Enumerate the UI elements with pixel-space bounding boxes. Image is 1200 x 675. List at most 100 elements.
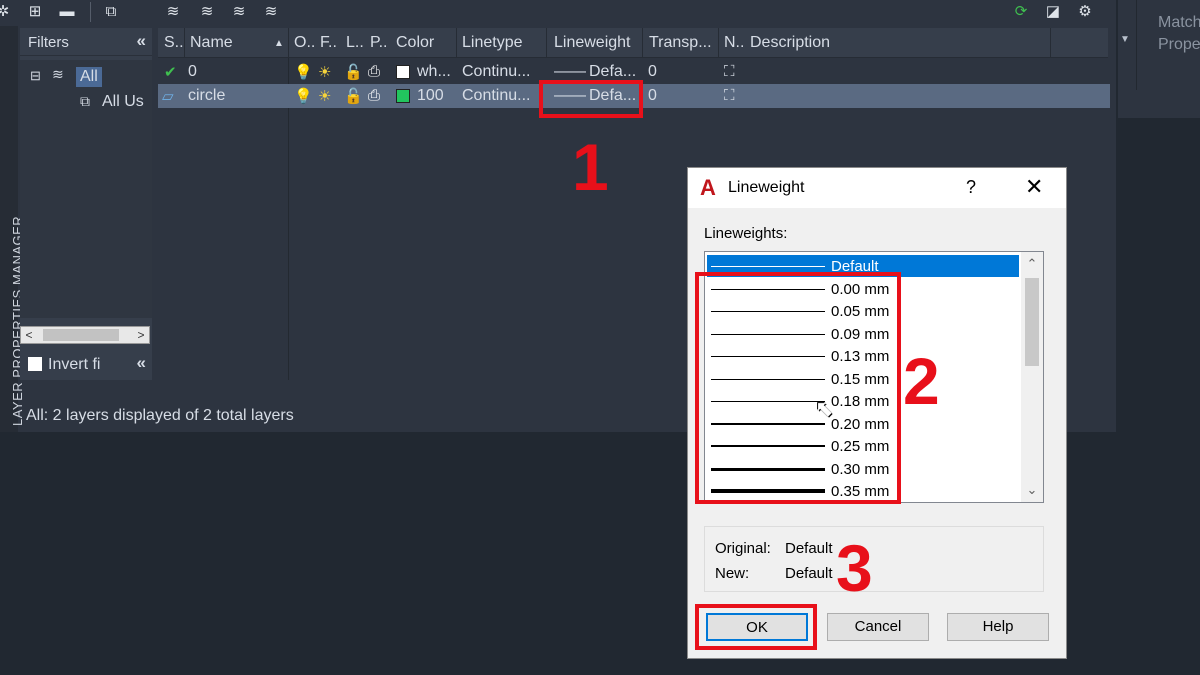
sun-icon[interactable]: ☀: [318, 87, 331, 105]
tree-collapse-icon[interactable]: ⊟: [30, 68, 41, 84]
col-linetype[interactable]: Linetype: [462, 34, 523, 52]
column-divider: [456, 28, 457, 58]
toolbar-divider: [90, 2, 91, 22]
column-divider: [1050, 28, 1051, 58]
col-new-vp-freeze[interactable]: N..: [724, 34, 744, 52]
match-properties-panel: ▼ Match Propert: [1118, 0, 1200, 118]
annotation-box-2: [695, 272, 901, 504]
scroll-left-icon[interactable]: <: [21, 327, 37, 343]
dialog-title-bar: A Lineweight ? ✕: [688, 168, 1066, 208]
close-icon[interactable]: ✕: [1025, 174, 1043, 200]
col-freeze[interactable]: F..: [320, 34, 337, 52]
annotation-box-1: [539, 80, 643, 118]
col-description[interactable]: Description: [750, 34, 830, 52]
match-properties-button[interactable]: Match Propert: [1158, 12, 1200, 56]
new-value: Default: [785, 565, 833, 582]
invert-filter-checkbox[interactable]: Invert fi: [28, 356, 100, 374]
check-icon[interactable]: ✔: [164, 63, 177, 81]
scroll-right-icon[interactable]: >: [133, 327, 149, 343]
column-divider: [184, 28, 185, 58]
sun-icon[interactable]: ☀: [318, 63, 331, 81]
layer-transparency[interactable]: 0: [648, 63, 657, 81]
help-button[interactable]: Help: [947, 613, 1049, 641]
filter-all-used[interactable]: All Us: [102, 93, 144, 111]
collapse-icon[interactable]: «: [137, 31, 146, 51]
sort-up-icon: ▲: [274, 38, 284, 49]
layer-grid-header: S.. Name ▲ O.. F.. L.. P.. Color Linetyp…: [158, 28, 1108, 58]
col-color[interactable]: Color: [396, 34, 434, 52]
gear-icon[interactable]: ⚙: [1074, 2, 1096, 22]
scroll-thumb[interactable]: [1025, 278, 1039, 366]
collapse-filters-icon[interactable]: «: [137, 353, 146, 373]
printer-icon[interactable]: ⎙: [368, 63, 380, 80]
new-layer-vp-frozen-icon[interactable]: ≋: [196, 2, 218, 22]
autocad-logo-icon: A: [700, 175, 716, 200]
delete-layer-icon[interactable]: ≋: [228, 2, 250, 22]
col-on[interactable]: O..: [294, 34, 315, 52]
original-value: Default: [785, 540, 833, 557]
col-name[interactable]: Name: [190, 34, 233, 52]
scroll-thumb[interactable]: [43, 329, 119, 341]
layer-states-manager-icon[interactable]: ⧉: [100, 2, 122, 22]
vp-freeze-icon[interactable]: ⛶: [724, 63, 735, 80]
unlock-icon[interactable]: 🔓: [344, 87, 363, 105]
original-label: Original:: [715, 540, 771, 557]
filters-pane: Filters « ⊟ ≋ All ⧉ All Us < > Invert fi…: [20, 28, 152, 380]
filter-all-used-icon: ⧉: [80, 93, 90, 109]
new-property-filter-icon[interactable]: ⊞: [24, 2, 46, 22]
annotation-box-3: [695, 604, 817, 650]
scroll-down-icon[interactable]: ⌄: [1021, 480, 1043, 500]
list-scrollbar[interactable]: ⌃ ⌄: [1021, 252, 1043, 502]
column-divider: [642, 28, 643, 58]
filter-all-icon: ≋: [52, 66, 64, 82]
col-plot[interactable]: P..: [370, 34, 388, 52]
annotation-number-2: 2: [903, 344, 940, 418]
checkbox-icon[interactable]: [28, 357, 42, 371]
column-divider: [546, 28, 547, 58]
dialog-title: Lineweight: [728, 179, 805, 196]
properties-label: Propert: [1158, 36, 1200, 53]
new-label: New:: [715, 565, 750, 582]
set-current-icon[interactable]: ≋: [260, 2, 282, 22]
settings-small-icon[interactable]: ✲: [0, 2, 14, 22]
filter-horizontal-scrollbar[interactable]: < >: [20, 326, 150, 344]
layer-lineweight[interactable]: Defa...: [589, 63, 636, 81]
lineweight-info: Original: Default New: Default: [704, 526, 1044, 592]
layer-color[interactable]: 100: [417, 87, 444, 105]
bulb-icon[interactable]: 💡: [294, 63, 313, 81]
status-text: All: 2 layers displayed of 2 total layer…: [26, 407, 294, 424]
layer-color[interactable]: wh...: [417, 63, 451, 81]
layer-icon[interactable]: ▱: [162, 87, 174, 105]
layer-transparency[interactable]: 0: [648, 87, 657, 105]
palette-side-title[interactable]: LAYER PROPERTIES MANAGER: [0, 26, 25, 432]
refresh-icon[interactable]: ⟳: [1010, 2, 1032, 22]
scroll-up-icon[interactable]: ⌃: [1021, 254, 1043, 274]
color-swatch[interactable]: [396, 89, 410, 103]
lineweight-sample-line: [711, 266, 825, 267]
chevron-down-icon[interactable]: ▼: [1120, 34, 1130, 45]
new-group-filter-icon[interactable]: ▬: [56, 2, 78, 22]
cancel-button[interactable]: Cancel: [827, 613, 929, 641]
annotation-number-1: 1: [572, 130, 609, 204]
layer-name[interactable]: circle: [188, 87, 225, 105]
filter-all[interactable]: All: [76, 67, 102, 87]
color-swatch[interactable]: [396, 65, 410, 79]
bulb-icon[interactable]: 💡: [294, 87, 313, 105]
col-lock[interactable]: L..: [346, 34, 364, 52]
match-label: Match: [1158, 14, 1200, 31]
col-status[interactable]: S..: [164, 34, 184, 52]
layer-linetype[interactable]: Continu...: [462, 63, 530, 81]
new-layer-icon[interactable]: ≋: [162, 2, 184, 22]
layer-settings-icon[interactable]: ◪: [1042, 2, 1064, 22]
vp-freeze-icon[interactable]: ⛶: [724, 87, 735, 104]
palette-toolbar: ✲ ⊞ ▬ ⧉ ≋ ≋ ≋ ≋ ⟳ ◪ ⚙: [0, 0, 1116, 26]
column-divider: [718, 28, 719, 58]
layer-name[interactable]: 0: [188, 63, 197, 81]
unlock-icon[interactable]: 🔓: [344, 63, 363, 81]
layer-linetype[interactable]: Continu...: [462, 87, 530, 105]
col-lineweight[interactable]: Lineweight: [554, 34, 631, 52]
panel-divider: [1136, 0, 1137, 90]
help-icon[interactable]: ?: [966, 177, 976, 198]
printer-icon[interactable]: ⎙: [368, 87, 380, 104]
col-transparency[interactable]: Transp...: [649, 34, 712, 52]
